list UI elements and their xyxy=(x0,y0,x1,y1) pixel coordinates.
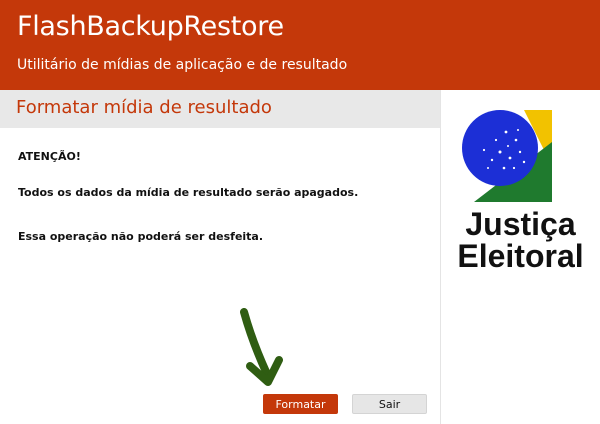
attention-text: ATENÇÃO! xyxy=(18,150,81,163)
warning-text: Todos os dados da mídia de resultado ser… xyxy=(18,186,359,199)
exit-button[interactable]: Sair xyxy=(352,394,427,414)
arrow-annotation-icon xyxy=(240,308,283,386)
app-subtitle: Utilitário de mídias de aplicação e de r… xyxy=(17,57,348,73)
logo-word-eleitoral: Eleitoral xyxy=(457,238,584,274)
section-title: Formatar mídia de resultado xyxy=(16,97,272,118)
logo-word-justica: Justiça xyxy=(465,206,576,242)
format-button[interactable]: Formatar xyxy=(263,394,338,414)
justica-eleitoral-emblem-icon xyxy=(462,110,552,202)
irreversible-text: Essa operação não poderá ser desfeita. xyxy=(18,230,264,243)
app-title: FlashBackupRestore xyxy=(17,11,284,42)
